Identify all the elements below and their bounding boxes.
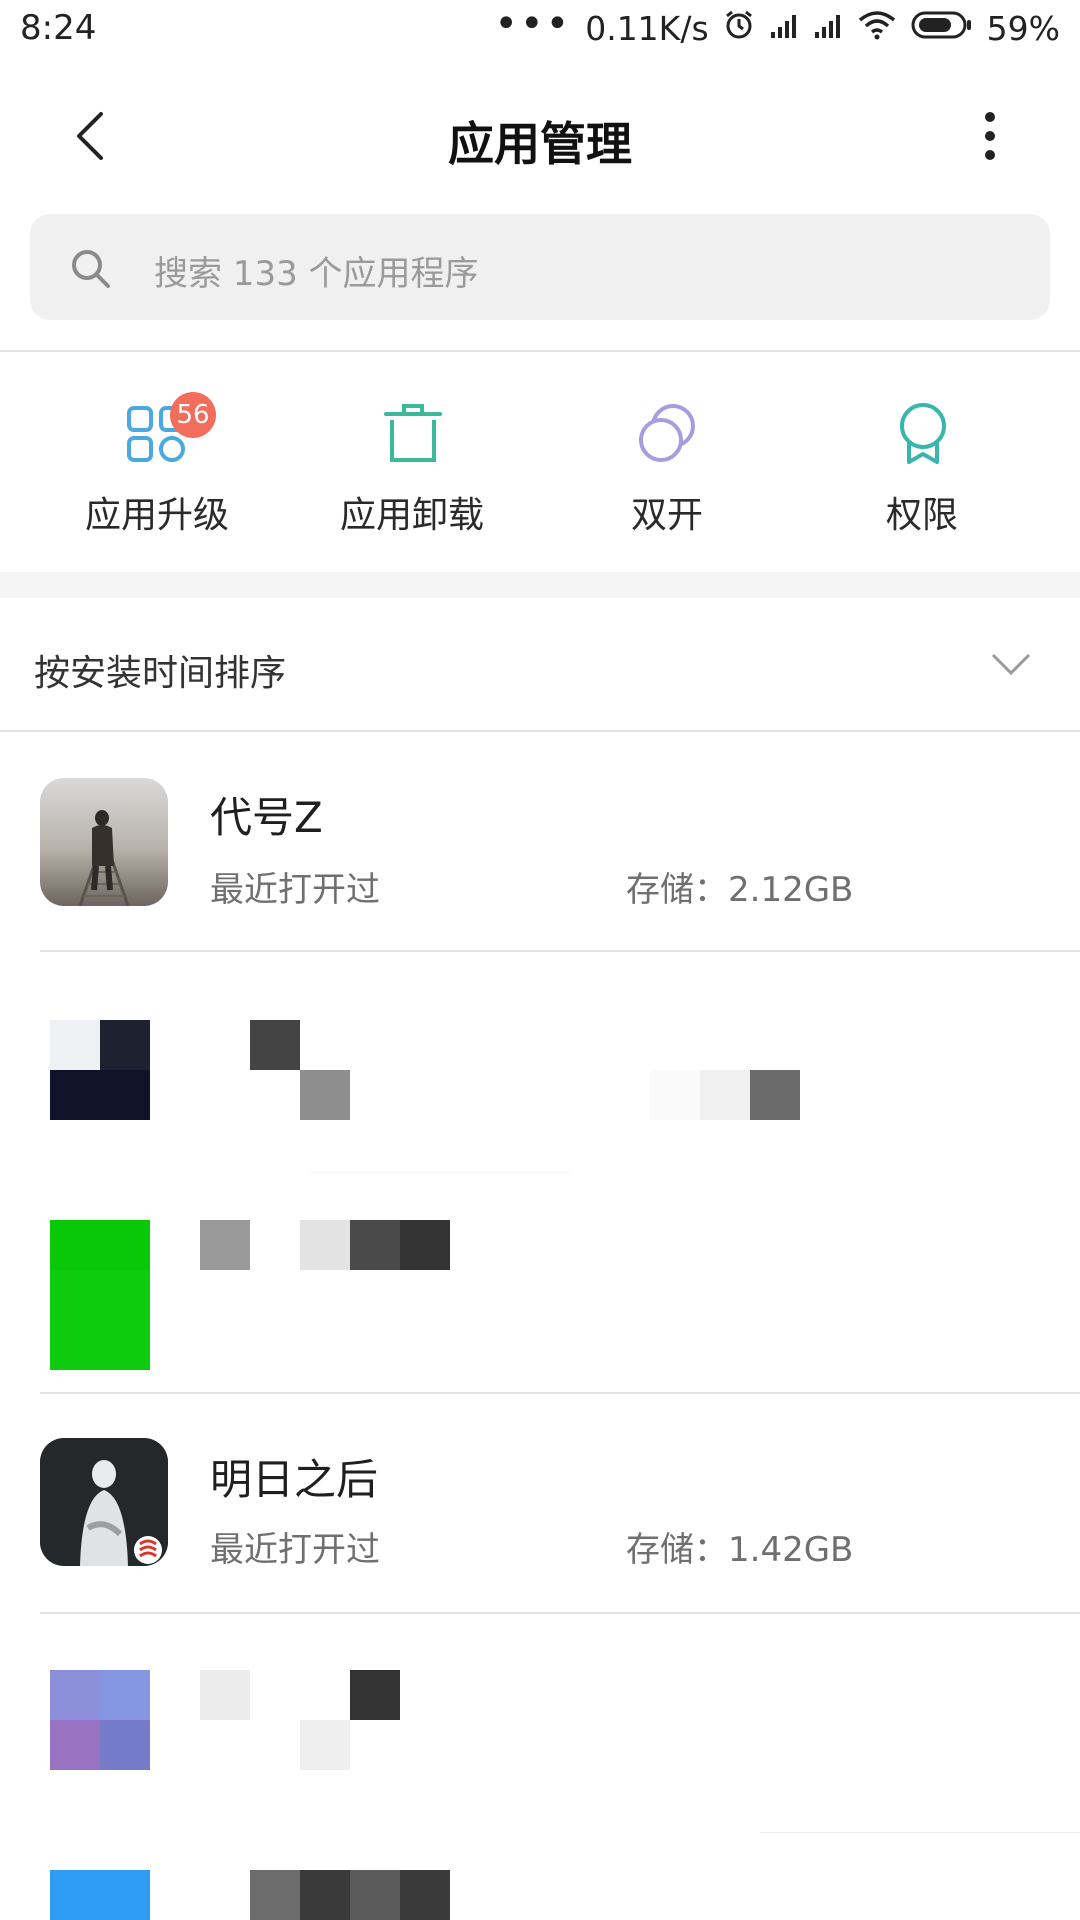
status-time: 8:24	[20, 8, 97, 48]
pixelated-block	[400, 1870, 450, 1920]
pixelated-block	[350, 1670, 400, 1720]
pixelated-app-icon	[50, 1220, 150, 1370]
page-title: 应用管理	[448, 117, 632, 171]
list-item[interactable]	[0, 1834, 1080, 1920]
app-icon	[40, 1438, 168, 1566]
action-app-uninstall[interactable]: 应用卸载	[312, 396, 512, 536]
alarm-icon	[723, 8, 755, 48]
action-label: 双开	[630, 495, 703, 536]
list-item[interactable]	[0, 1172, 1080, 1392]
pixelated-block	[250, 1020, 300, 1070]
pixelated-block	[350, 1870, 400, 1920]
pixelated-block	[750, 1070, 800, 1120]
divider	[760, 1832, 1080, 1833]
divider	[0, 350, 1080, 352]
search-placeholder: 搜索 133 个应用程序	[154, 254, 479, 294]
pixelated-app-icon	[50, 1670, 150, 1770]
pixelated-block	[300, 1720, 350, 1770]
action-label: 权限	[885, 495, 958, 536]
more-options-button[interactable]	[960, 106, 1020, 166]
update-count-badge: 56	[170, 392, 216, 438]
signal-icon	[813, 9, 843, 48]
app-icon	[40, 778, 168, 906]
app-storage: 存储：1.42GB	[626, 1530, 854, 1570]
action-dual-apps[interactable]: 双开	[567, 396, 767, 536]
battery-icon	[911, 9, 973, 48]
pixelated-block	[200, 1220, 250, 1270]
pixelated-block	[300, 1070, 350, 1120]
pixelated-app-icon	[40, 1000, 168, 1130]
pixelated-app-icon	[50, 1870, 150, 1920]
pixelated-block	[300, 1220, 350, 1270]
network-speed: 0.11K/s	[585, 8, 709, 48]
pixelated-block	[250, 1870, 300, 1920]
app-storage: 存储：2.12GB	[626, 870, 854, 910]
pixelated-block	[650, 1070, 700, 1120]
more-vertical-icon	[985, 112, 995, 160]
chevron-down-icon	[990, 652, 1032, 680]
sort-label: 按安装时间排序	[34, 653, 287, 694]
status-bar: 8:24 ••• 0.11K/s 59%	[0, 0, 1080, 60]
wifi-icon	[857, 9, 897, 48]
list-item[interactable]	[0, 1614, 1080, 1832]
pixelated-block	[300, 1870, 350, 1920]
action-label: 应用升级	[84, 495, 229, 536]
dual-circles-icon	[639, 404, 695, 462]
action-app-update[interactable]: 应用升级	[57, 396, 257, 536]
action-label: 应用卸载	[339, 495, 484, 536]
status-right-cluster: ••• 0.11K/s 59%	[494, 1, 1060, 48]
search-icon	[70, 248, 112, 294]
pixelated-block	[700, 1070, 750, 1120]
pixelated-block	[400, 1220, 450, 1270]
more-notifications-icon: •••	[494, 1, 572, 47]
ribbon-award-icon	[900, 403, 946, 464]
section-separator	[0, 572, 1080, 598]
app-last-opened: 最近打开过	[210, 870, 380, 910]
battery-percent: 59%	[986, 8, 1060, 48]
app-name: 明日之后	[210, 1455, 379, 1504]
action-permissions[interactable]: 权限	[822, 396, 1022, 536]
app-last-opened: 最近打开过	[210, 1530, 380, 1570]
signal-icon	[769, 9, 799, 48]
app-name: 代号Z	[210, 793, 323, 842]
pixelated-block	[200, 1670, 250, 1720]
pixelated-block	[350, 1220, 400, 1270]
trash-icon	[384, 404, 442, 462]
